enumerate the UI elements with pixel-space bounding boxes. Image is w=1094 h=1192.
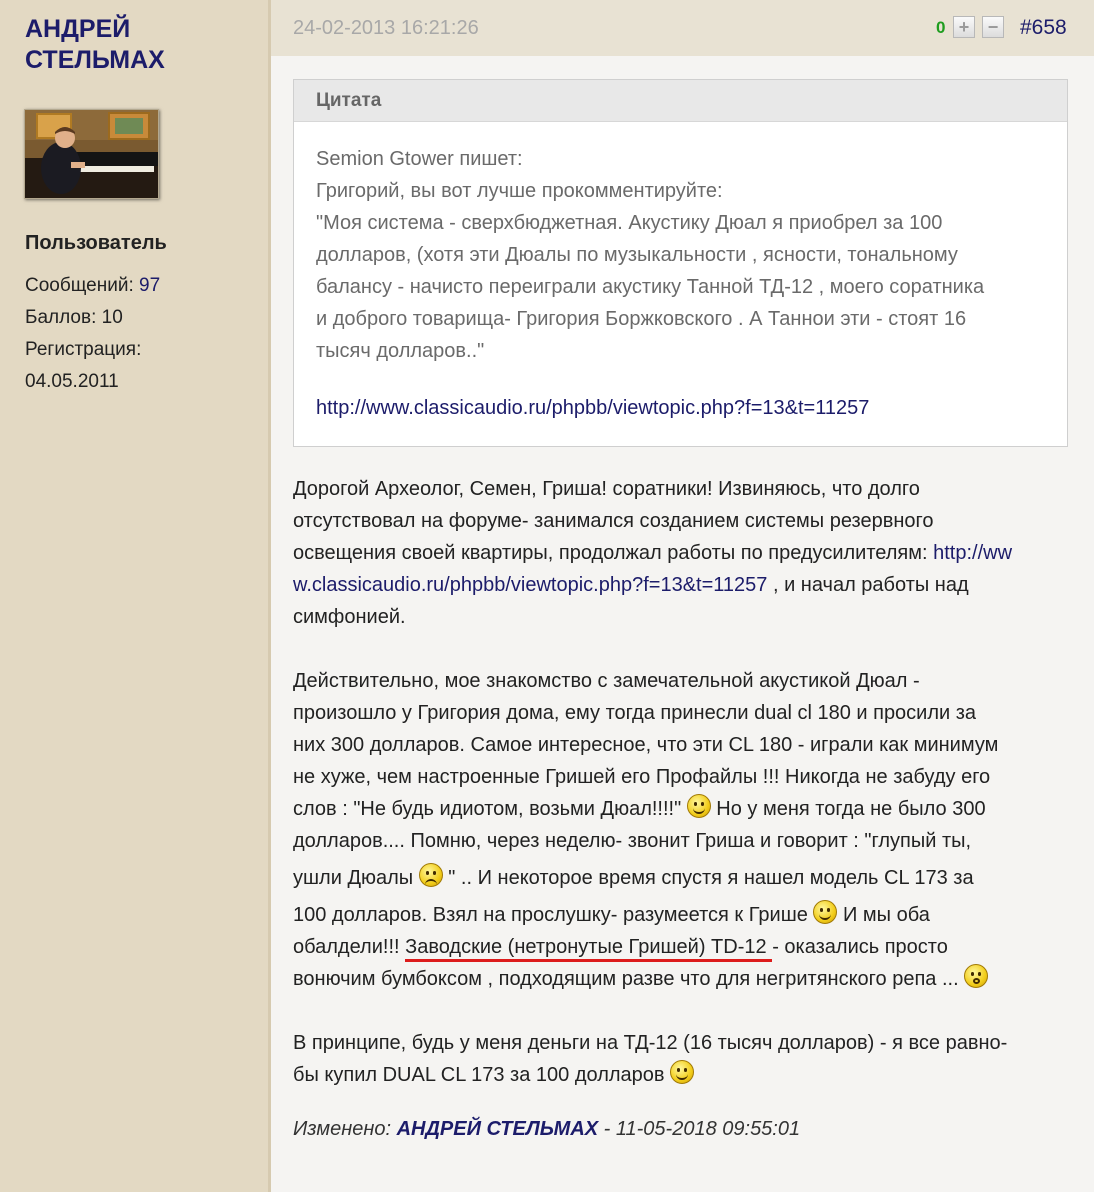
post-number-link[interactable]: #658 (1020, 16, 1067, 40)
user-stats: Сообщений: 97 Баллов: 10 Регистрация: 04… (25, 270, 160, 398)
text-line: них 300 долларов. Самое интересное, что … (293, 734, 999, 756)
quote-block: Цитата Semion Gtower пишет: Григорий, вы… (293, 79, 1068, 447)
paragraph-2: Действительно, мое знакомство с замечате… (293, 665, 1073, 995)
text-line: 100 долларов. Взял на прослушку- разумее… (293, 899, 1073, 931)
text-line: долларов.... Помню, через неделю- звонит… (293, 830, 972, 852)
quote-url-link[interactable]: http://www.classicaudio.ru/phpbb/viewtop… (316, 397, 869, 420)
text-fragment: И мы оба (837, 904, 930, 926)
text-line: произошло у Григория дома, ему тогда при… (293, 702, 977, 724)
paragraph-3: В принципе, будь у меня деньги на ТД-12 … (293, 1027, 1073, 1091)
user-name-line2: СТЕЛЬМАХ (25, 46, 165, 74)
sad-smiley-icon (418, 863, 443, 887)
post-rating: 0 (936, 18, 946, 37)
edited-note: Изменено: АНДРЕЙ СТЕЛЬМАХ - 11-05-2018 0… (293, 1118, 800, 1141)
quote-line: и доброго товарища- Григория Боржковског… (316, 308, 967, 330)
post-date: 24-02-2013 16:21:26 (293, 17, 479, 39)
text-fragment: вонючим бумбоксом , подходящим разве что… (293, 968, 965, 990)
text-line: симфонией. (293, 606, 406, 628)
messages-label: Сообщений: (25, 275, 134, 296)
points-label: Баллов: (25, 307, 97, 328)
messages-count-link[interactable]: 97 (139, 275, 160, 296)
user-role: Пользователь (25, 232, 167, 254)
registration-date: 04.05.2011 (25, 371, 119, 392)
user-name-line1: АНДРЕЙ (25, 15, 131, 43)
paragraph-1: Дорогой Археолог, Семен, Гриша! соратник… (293, 473, 1073, 633)
quote-line: Григорий, вы вот лучше прокомментируйте: (316, 180, 723, 202)
body-url-link-part2[interactable]: w.classicaudio.ru/phpbb/viewtopic.php?f=… (293, 574, 767, 596)
avatar[interactable] (24, 109, 159, 199)
quote-line: Semion Gtower пишет: (316, 148, 523, 170)
underlined-text: Заводские (нетронутые Гришей) TD-12 (405, 936, 773, 962)
text-line: бы купил DUAL CL 173 за 100 долларов (293, 1059, 1073, 1091)
text-line: отсутствовал на форуме- занимался создан… (293, 510, 934, 532)
text-line: вонючим бумбоксом , подходящим разве что… (293, 963, 1073, 995)
text-line: слов : "Не будь идиотом, возьми Дюал!!!!… (293, 793, 1073, 825)
text-line: освещения своей квартиры, продолжал рабо… (293, 537, 1073, 569)
text-line: В принципе, будь у меня деньги на ТД-12 … (293, 1032, 1008, 1054)
edited-author-link[interactable]: АНДРЕЙ СТЕЛЬМАХ (397, 1118, 599, 1140)
grin-smiley-icon (686, 794, 711, 818)
edited-datetime: - 11-05-2018 09:55:01 (598, 1118, 801, 1140)
points-value: 10 (101, 307, 123, 328)
vote-plus-button[interactable]: + (953, 16, 975, 38)
post-header: 24-02-2013 16:21:26 0 + − #658 (271, 0, 1094, 56)
text-fragment: освещения своей квартиры, продолжал рабо… (293, 542, 934, 564)
shocked-smiley-icon (964, 964, 989, 988)
registration-label: Регистрация: (25, 339, 142, 360)
quote-line: тысяч долларов.." (316, 340, 485, 362)
text-fragment: обалдели!!! (293, 936, 406, 958)
grin-smiley-icon (670, 1060, 695, 1084)
text-fragment: " .. И некоторое время спустя я нашел мо… (442, 867, 974, 889)
vote-minus-button[interactable]: − (982, 16, 1004, 38)
messages-stat: Сообщений: 97 (25, 270, 160, 302)
text-fragment: слов : "Не будь идиотом, возьми Дюал!!!!… (293, 798, 687, 820)
quote-line: балансу - начисто переиграли акустику Та… (316, 276, 985, 298)
edited-label: Изменено: (293, 1118, 397, 1140)
post-body: Дорогой Археолог, Семен, Гриша! соратник… (293, 473, 1073, 1091)
text-fragment: ушли Дюалы (293, 867, 419, 889)
text-line: не хуже, чем настроенные Гришей его Проф… (293, 766, 991, 788)
text-line: обалдели!!! Заводские (нетронутые Гришей… (293, 931, 1073, 963)
points-stat: Баллов: 10 (25, 302, 160, 334)
text-fragment: - оказались просто (772, 936, 948, 958)
quote-title: Цитата (294, 80, 1067, 122)
text-line: Дорогой Археолог, Семен, Гриша! соратник… (293, 478, 920, 500)
user-sidebar: АНДРЕЙ СТЕЛЬМАХ Пользователь Сообщений: … (0, 0, 271, 1192)
text-line: ушли Дюалы " .. И некоторое время спустя… (293, 857, 1073, 899)
user-profile-link[interactable]: АНДРЕЙ СТЕЛЬМАХ (25, 14, 165, 76)
text-fragment: бы купил DUAL CL 173 за 100 долларов (293, 1064, 671, 1086)
quote-line: долларов, (хотя эти Дюалы по музыкальнос… (316, 244, 958, 266)
text-fragment: Но у меня тогда не было 300 (710, 798, 986, 820)
quote-text: Semion Gtower пишет: Григорий, вы вот лу… (316, 143, 1051, 367)
text-line: Действительно, мое знакомство с замечате… (293, 670, 920, 692)
text-fragment: , и начал работы над (767, 574, 969, 596)
text-fragment: 100 долларов. Взял на прослушку- разумее… (293, 904, 814, 926)
body-url-link-part1[interactable]: http://ww (933, 542, 1012, 564)
quote-line: "Моя система - сверхбюджетная. Акустику … (316, 212, 943, 234)
wink-smiley-icon (813, 900, 838, 924)
text-line: w.classicaudio.ru/phpbb/viewtopic.php?f=… (293, 569, 1073, 601)
